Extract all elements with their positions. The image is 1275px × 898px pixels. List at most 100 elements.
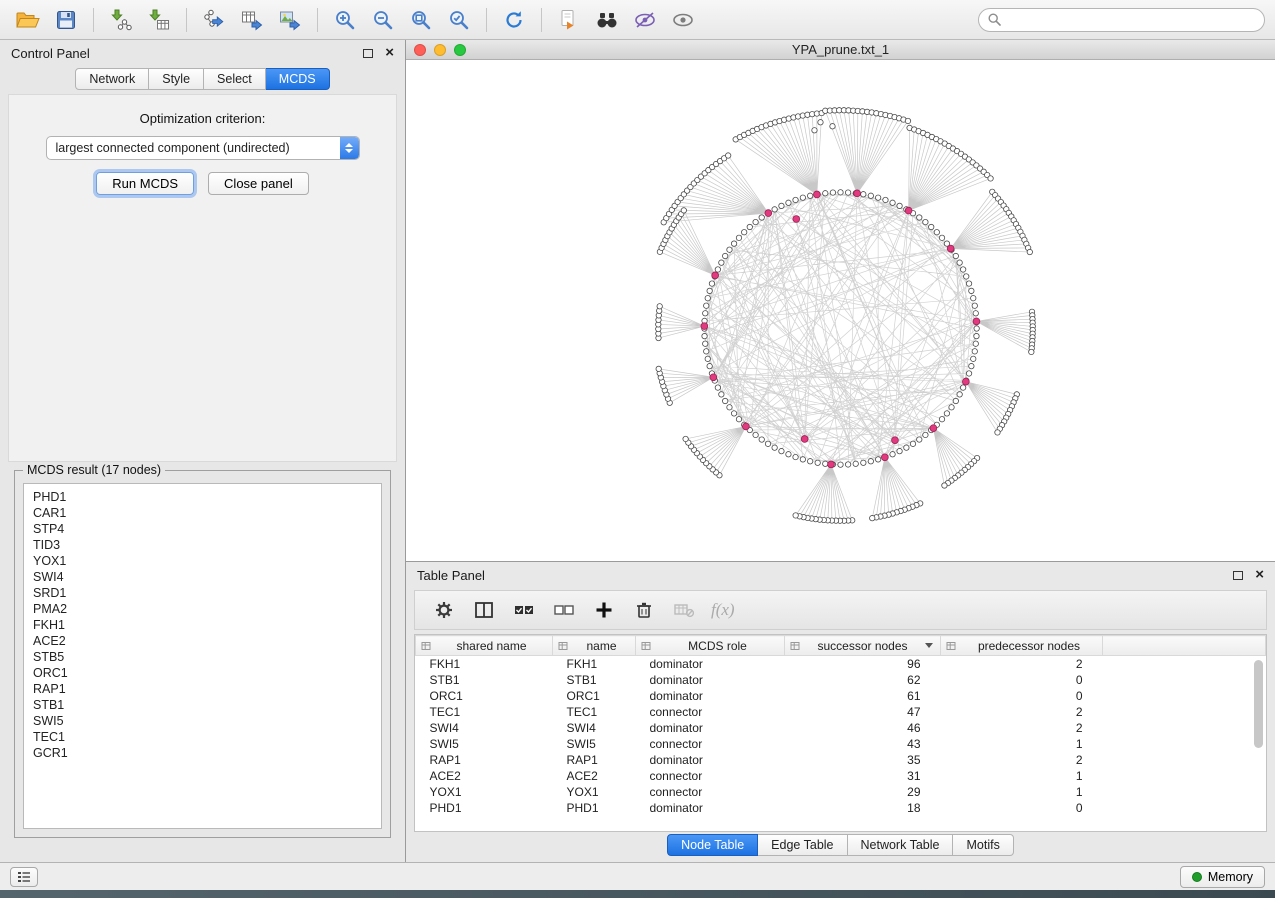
- network-graph[interactable]: [406, 60, 1275, 561]
- table-cell[interactable]: dominator: [636, 688, 785, 704]
- float-panel-icon[interactable]: [363, 49, 373, 58]
- table-cell[interactable]: ORC1: [553, 688, 636, 704]
- column-header-shared-name[interactable]: shared name: [416, 636, 553, 656]
- table-cell[interactable]: 43: [785, 736, 941, 752]
- tab-node-table[interactable]: Node Table: [667, 834, 758, 856]
- optimization-criterion-select[interactable]: largest connected component (undirected): [46, 136, 360, 160]
- hide-details-button[interactable]: [627, 5, 663, 35]
- mcds-result-item[interactable]: STB5: [33, 649, 372, 665]
- table-cell[interactable]: STB1: [553, 672, 636, 688]
- open-file-button[interactable]: [10, 5, 46, 35]
- table-cell[interactable]: 62: [785, 672, 941, 688]
- table-cell[interactable]: 61: [785, 688, 941, 704]
- mcds-result-item[interactable]: SRD1: [33, 585, 372, 601]
- mcds-result-item[interactable]: PHD1: [33, 489, 372, 505]
- table-cell[interactable]: FKH1: [553, 656, 636, 672]
- table-cell[interactable]: 1: [941, 736, 1103, 752]
- table-cell[interactable]: ACE2: [553, 768, 636, 784]
- maximize-window-icon[interactable]: [454, 44, 466, 56]
- close-panel-button[interactable]: Close panel: [208, 172, 309, 195]
- tab-network-table[interactable]: Network Table: [848, 834, 954, 856]
- table-cell[interactable]: dominator: [636, 752, 785, 768]
- tab-network[interactable]: Network: [75, 68, 149, 90]
- table-cell[interactable]: connector: [636, 704, 785, 720]
- mcds-result-item[interactable]: STP4: [33, 521, 372, 537]
- scrollbar-thumb[interactable]: [1254, 660, 1263, 748]
- zoom-selected-button[interactable]: [441, 5, 477, 35]
- table-cell[interactable]: FKH1: [416, 656, 553, 672]
- refresh-button[interactable]: [496, 5, 532, 35]
- table-cell[interactable]: 96: [785, 656, 941, 672]
- mcds-result-item[interactable]: SWI4: [33, 569, 372, 585]
- mcds-result-item[interactable]: ORC1: [33, 665, 372, 681]
- table-cell[interactable]: TEC1: [553, 704, 636, 720]
- tab-select[interactable]: Select: [204, 68, 266, 90]
- table-cell[interactable]: 0: [941, 800, 1103, 816]
- table-cell[interactable]: 2: [941, 752, 1103, 768]
- table-row[interactable]: STB1STB1dominator620: [416, 672, 1266, 688]
- tab-edge-table[interactable]: Edge Table: [758, 834, 847, 856]
- float-table-panel-icon[interactable]: [1233, 571, 1243, 580]
- show-columns-button[interactable]: [467, 595, 501, 625]
- table-cell[interactable]: 35: [785, 752, 941, 768]
- table-row[interactable]: ORC1ORC1dominator610: [416, 688, 1266, 704]
- search-input[interactable]: [1007, 13, 1255, 27]
- table-row[interactable]: TEC1TEC1connector472: [416, 704, 1266, 720]
- table-cell[interactable]: 29: [785, 784, 941, 800]
- table-cell[interactable]: 1: [941, 784, 1103, 800]
- close-window-icon[interactable]: [414, 44, 426, 56]
- tab-style[interactable]: Style: [149, 68, 204, 90]
- table-cell[interactable]: 31: [785, 768, 941, 784]
- table-row[interactable]: SWI4SWI4dominator462: [416, 720, 1266, 736]
- table-cell[interactable]: dominator: [636, 800, 785, 816]
- mcds-result-item[interactable]: ACE2: [33, 633, 372, 649]
- table-cell[interactable]: SWI4: [416, 720, 553, 736]
- mcds-result-item[interactable]: FKH1: [33, 617, 372, 633]
- zoom-out-button[interactable]: [365, 5, 401, 35]
- minimize-window-icon[interactable]: [434, 44, 446, 56]
- share-document-button[interactable]: [551, 5, 587, 35]
- close-panel-icon[interactable]: ×: [385, 48, 394, 58]
- table-cell[interactable]: 46: [785, 720, 941, 736]
- table-cell[interactable]: SWI5: [416, 736, 553, 752]
- table-row[interactable]: RAP1RAP1dominator352: [416, 752, 1266, 768]
- table-settings-button[interactable]: [427, 595, 461, 625]
- table-cell[interactable]: connector: [636, 736, 785, 752]
- table-cell[interactable]: SWI4: [553, 720, 636, 736]
- import-network-button[interactable]: [103, 5, 139, 35]
- table-cell[interactable]: connector: [636, 768, 785, 784]
- column-header-successor-nodes[interactable]: successor nodes: [785, 636, 941, 656]
- show-panels-button[interactable]: [10, 867, 38, 887]
- export-network-button[interactable]: [196, 5, 232, 35]
- save-session-button[interactable]: [48, 5, 84, 35]
- select-all-rows-button[interactable]: [507, 595, 541, 625]
- zoom-in-button[interactable]: [327, 5, 363, 35]
- table-vertical-scrollbar[interactable]: [1254, 658, 1264, 827]
- table-cell[interactable]: SWI5: [553, 736, 636, 752]
- table-row[interactable]: SWI5SWI5connector431: [416, 736, 1266, 752]
- table-cell[interactable]: 2: [941, 704, 1103, 720]
- close-table-panel-icon[interactable]: ×: [1255, 570, 1264, 580]
- import-table-button[interactable]: [141, 5, 177, 35]
- memory-button[interactable]: Memory: [1180, 866, 1265, 888]
- table-cell[interactable]: PHD1: [553, 800, 636, 816]
- export-image-button[interactable]: [272, 5, 308, 35]
- table-row[interactable]: ACE2ACE2connector311: [416, 768, 1266, 784]
- run-mcds-button[interactable]: Run MCDS: [96, 172, 194, 195]
- table-cell[interactable]: TEC1: [416, 704, 553, 720]
- table-cell[interactable]: connector: [636, 784, 785, 800]
- tab-mcds[interactable]: MCDS: [266, 68, 330, 90]
- mcds-result-item[interactable]: SWI5: [33, 713, 372, 729]
- table-cell[interactable]: ACE2: [416, 768, 553, 784]
- table-cell[interactable]: RAP1: [416, 752, 553, 768]
- mcds-result-item[interactable]: PMA2: [33, 601, 372, 617]
- table-cell[interactable]: YOX1: [553, 784, 636, 800]
- show-details-button[interactable]: [665, 5, 701, 35]
- network-canvas[interactable]: [406, 60, 1275, 561]
- mcds-result-item[interactable]: TID3: [33, 537, 372, 553]
- column-header-name[interactable]: name: [553, 636, 636, 656]
- table-cell[interactable]: STB1: [416, 672, 553, 688]
- search-network-button[interactable]: [589, 5, 625, 35]
- function-builder-button[interactable]: f(x): [711, 600, 735, 620]
- table-cell[interactable]: dominator: [636, 720, 785, 736]
